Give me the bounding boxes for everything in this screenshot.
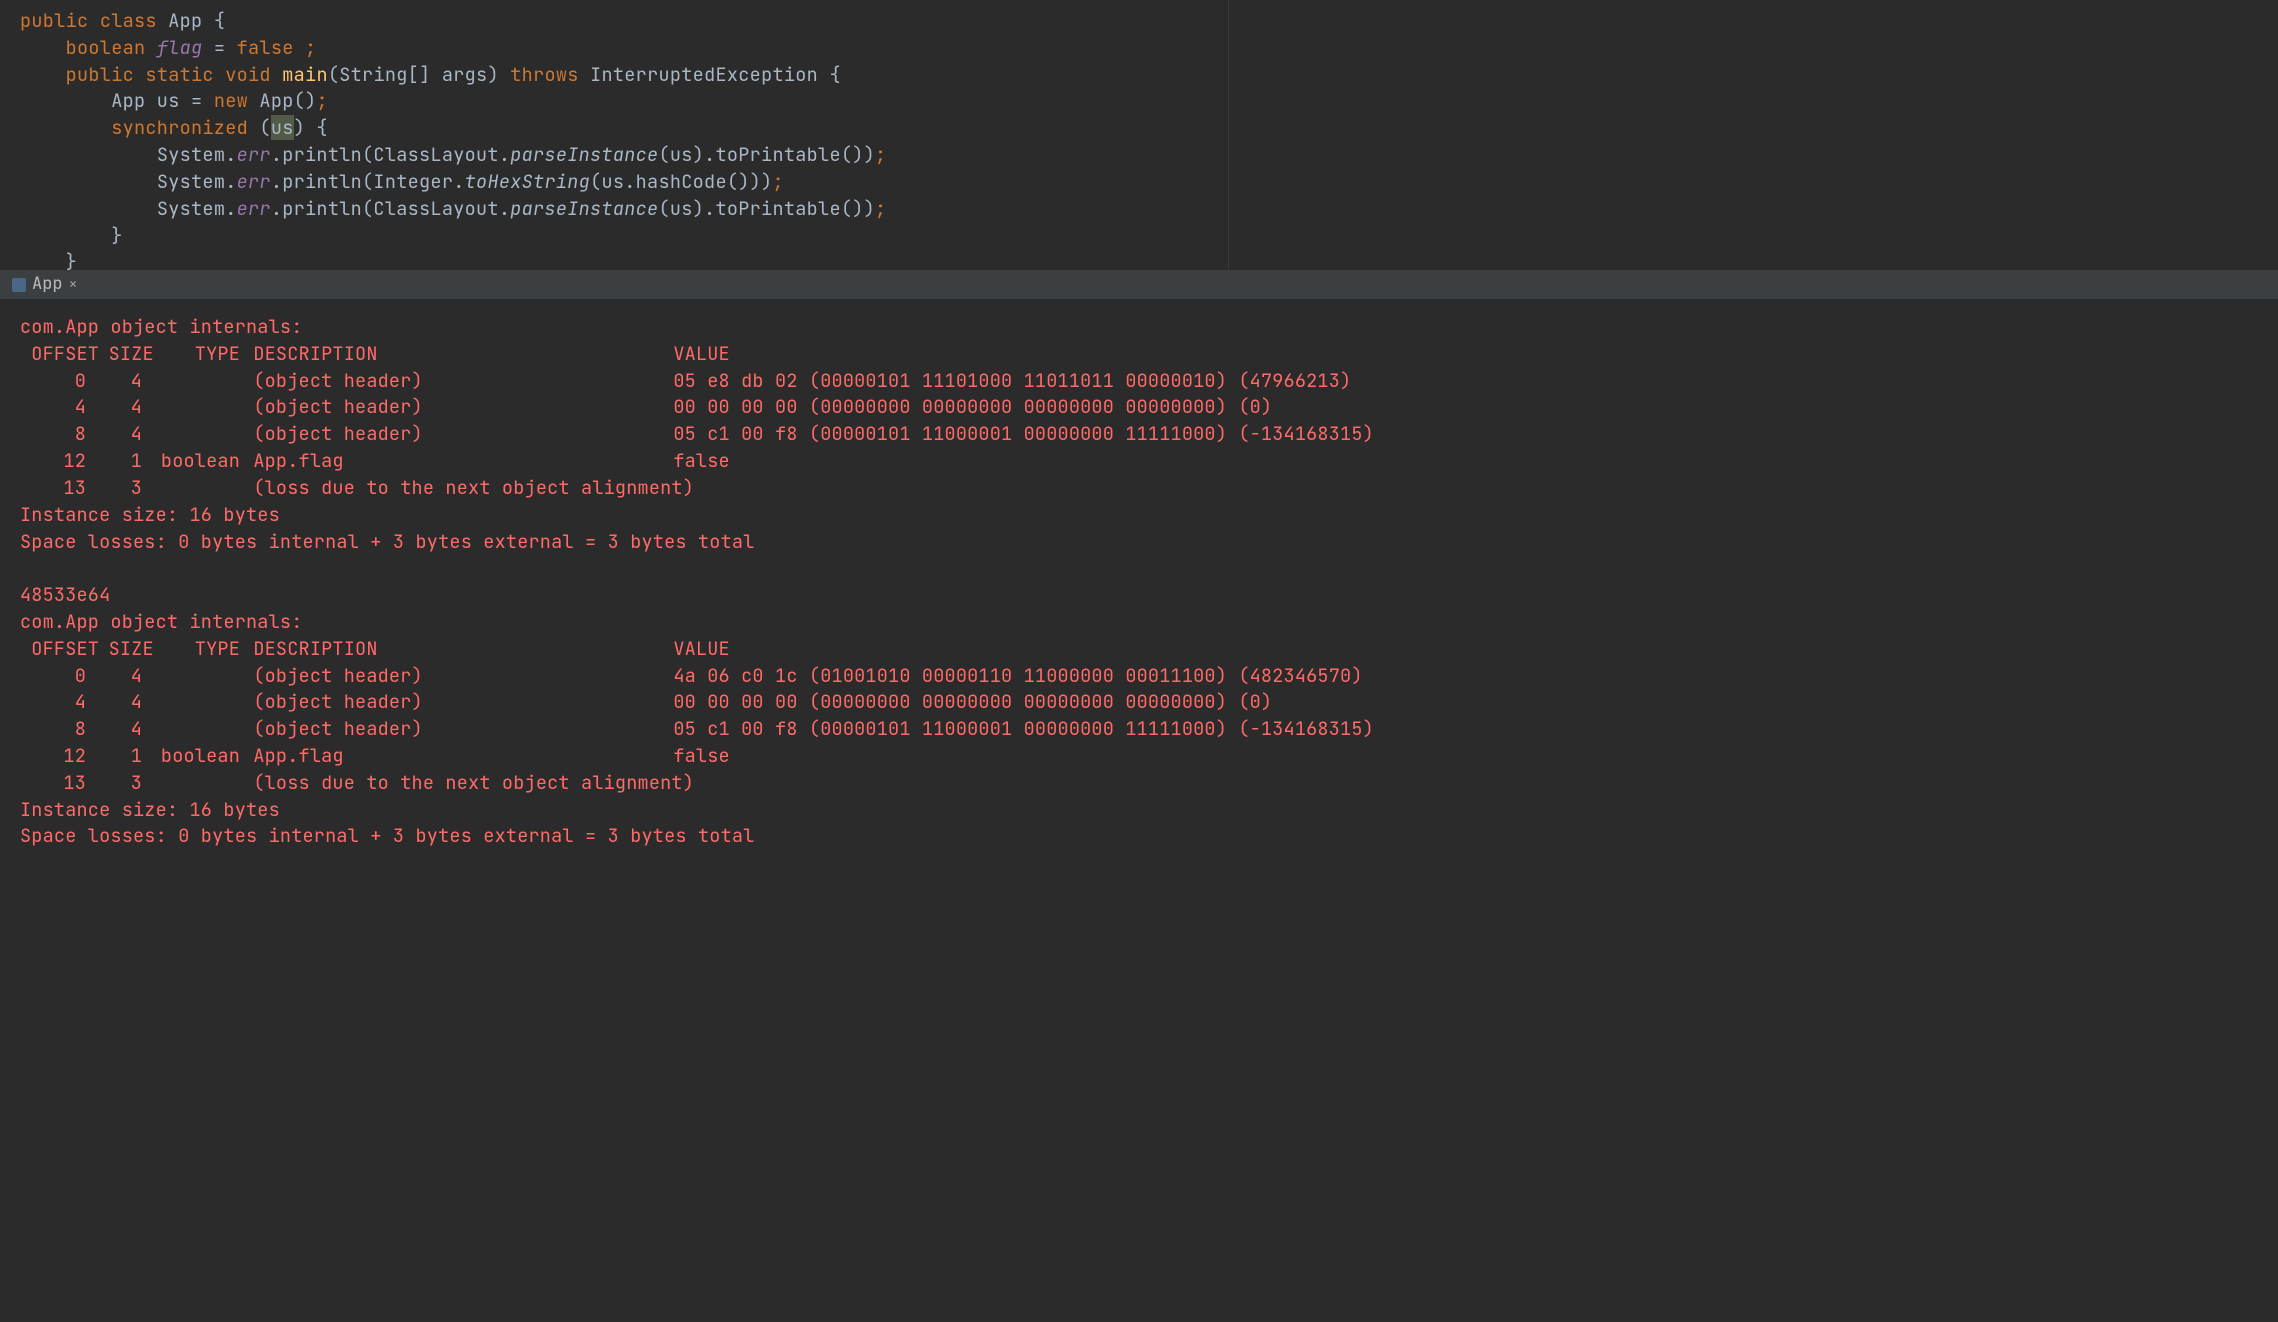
code-line[interactable]: public static void main(String[] args) t…	[20, 62, 2278, 89]
run-config-icon	[12, 278, 26, 292]
console-line: com.App object internals:	[20, 314, 2278, 341]
console-line: com.App object internals:	[20, 609, 2278, 636]
code-line[interactable]: boolean flag = false ;	[20, 35, 2278, 62]
right-margin-guide	[1228, 0, 1229, 270]
code-line[interactable]: }	[20, 249, 2278, 276]
console-row: 121boolean App.flagfalse	[20, 743, 2278, 770]
console-line: Space losses: 0 bytes internal + 3 bytes…	[20, 823, 2278, 850]
code-line[interactable]: System.err.println(Integer.toHexString(u…	[20, 169, 2278, 196]
console-line: Space losses: 0 bytes internal + 3 bytes…	[20, 529, 2278, 556]
console-row: 04 (object header)4a 06 c0 1c (01001010 …	[20, 663, 2278, 690]
console-header-row: OFFSET SIZETYPE DESCRIPTIONVALUE	[20, 341, 2278, 368]
code-line[interactable]: System.err.println(ClassLayout.parseInst…	[20, 196, 2278, 223]
console-row: 121boolean App.flagfalse	[20, 448, 2278, 475]
close-icon[interactable]: ×	[69, 274, 78, 296]
code-line[interactable]: System.err.println(ClassLayout.parseInst…	[20, 142, 2278, 169]
code-line[interactable]: public class App {	[20, 8, 2278, 35]
console-line: Instance size: 16 bytes	[20, 797, 2278, 824]
code-line[interactable]: synchronized (us) {	[20, 115, 2278, 142]
console-line: Instance size: 16 bytes	[20, 502, 2278, 529]
console-row: 44 (object header)00 00 00 00 (00000000 …	[20, 689, 2278, 716]
console-header-row: OFFSET SIZETYPE DESCRIPTIONVALUE	[20, 636, 2278, 663]
console-line: 48533e64	[20, 582, 2278, 609]
console-row: 04 (object header)05 e8 db 02 (00000101 …	[20, 368, 2278, 395]
console-row: 84 (object header)05 c1 00 f8 (00000101 …	[20, 421, 2278, 448]
console-output[interactable]: com.App object internals: OFFSET SIZETYP…	[0, 300, 2278, 850]
console-row: 84 (object header)05 c1 00 f8 (00000101 …	[20, 716, 2278, 743]
code-editor[interactable]: public class App { boolean flag = false …	[0, 0, 2278, 270]
console-row: 133 (loss due to the next object alignme…	[20, 770, 2278, 797]
code-line[interactable]: }	[20, 223, 2278, 250]
code-line[interactable]: App us = new App();	[20, 88, 2278, 115]
console-row: 44 (object header)00 00 00 00 (00000000 …	[20, 394, 2278, 421]
console-row: 133 (loss due to the next object alignme…	[20, 475, 2278, 502]
